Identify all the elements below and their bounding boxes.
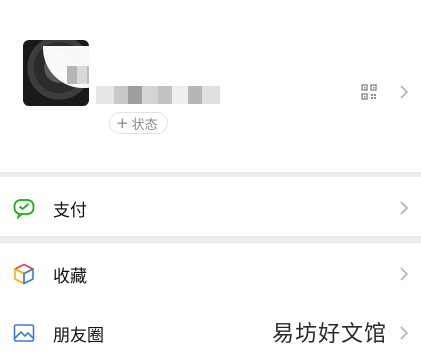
- moments-picture-icon: [13, 324, 35, 342]
- chevron-right-icon: [400, 201, 409, 215]
- menu-item-label: 支付: [53, 201, 87, 221]
- menu-item-label: 朋友圈: [53, 326, 104, 346]
- avatar[interactable]: [23, 40, 89, 106]
- qr-code-icon[interactable]: [361, 84, 377, 100]
- chevron-right-icon: [400, 326, 409, 340]
- avatar-mosaic: [67, 66, 89, 84]
- menu-item-favorites[interactable]: 收藏: [0, 243, 421, 305]
- plus-icon: +: [116, 113, 129, 132]
- profile-header[interactable]: + 状态: [0, 0, 421, 172]
- add-status-button[interactable]: + 状态: [109, 112, 168, 134]
- menu-item-pay[interactable]: 支付: [0, 177, 421, 239]
- status-label: 状态: [131, 117, 158, 133]
- nickname-redacted: [96, 86, 220, 104]
- menu-item-label: 收藏: [53, 267, 87, 287]
- profile-chevron-right-icon: [400, 85, 409, 99]
- chevron-right-icon: [400, 267, 409, 281]
- wechat-pay-icon: [13, 199, 35, 219]
- favorites-cube-icon: [14, 263, 34, 285]
- watermark-text: 易坊好文馆: [272, 322, 388, 347]
